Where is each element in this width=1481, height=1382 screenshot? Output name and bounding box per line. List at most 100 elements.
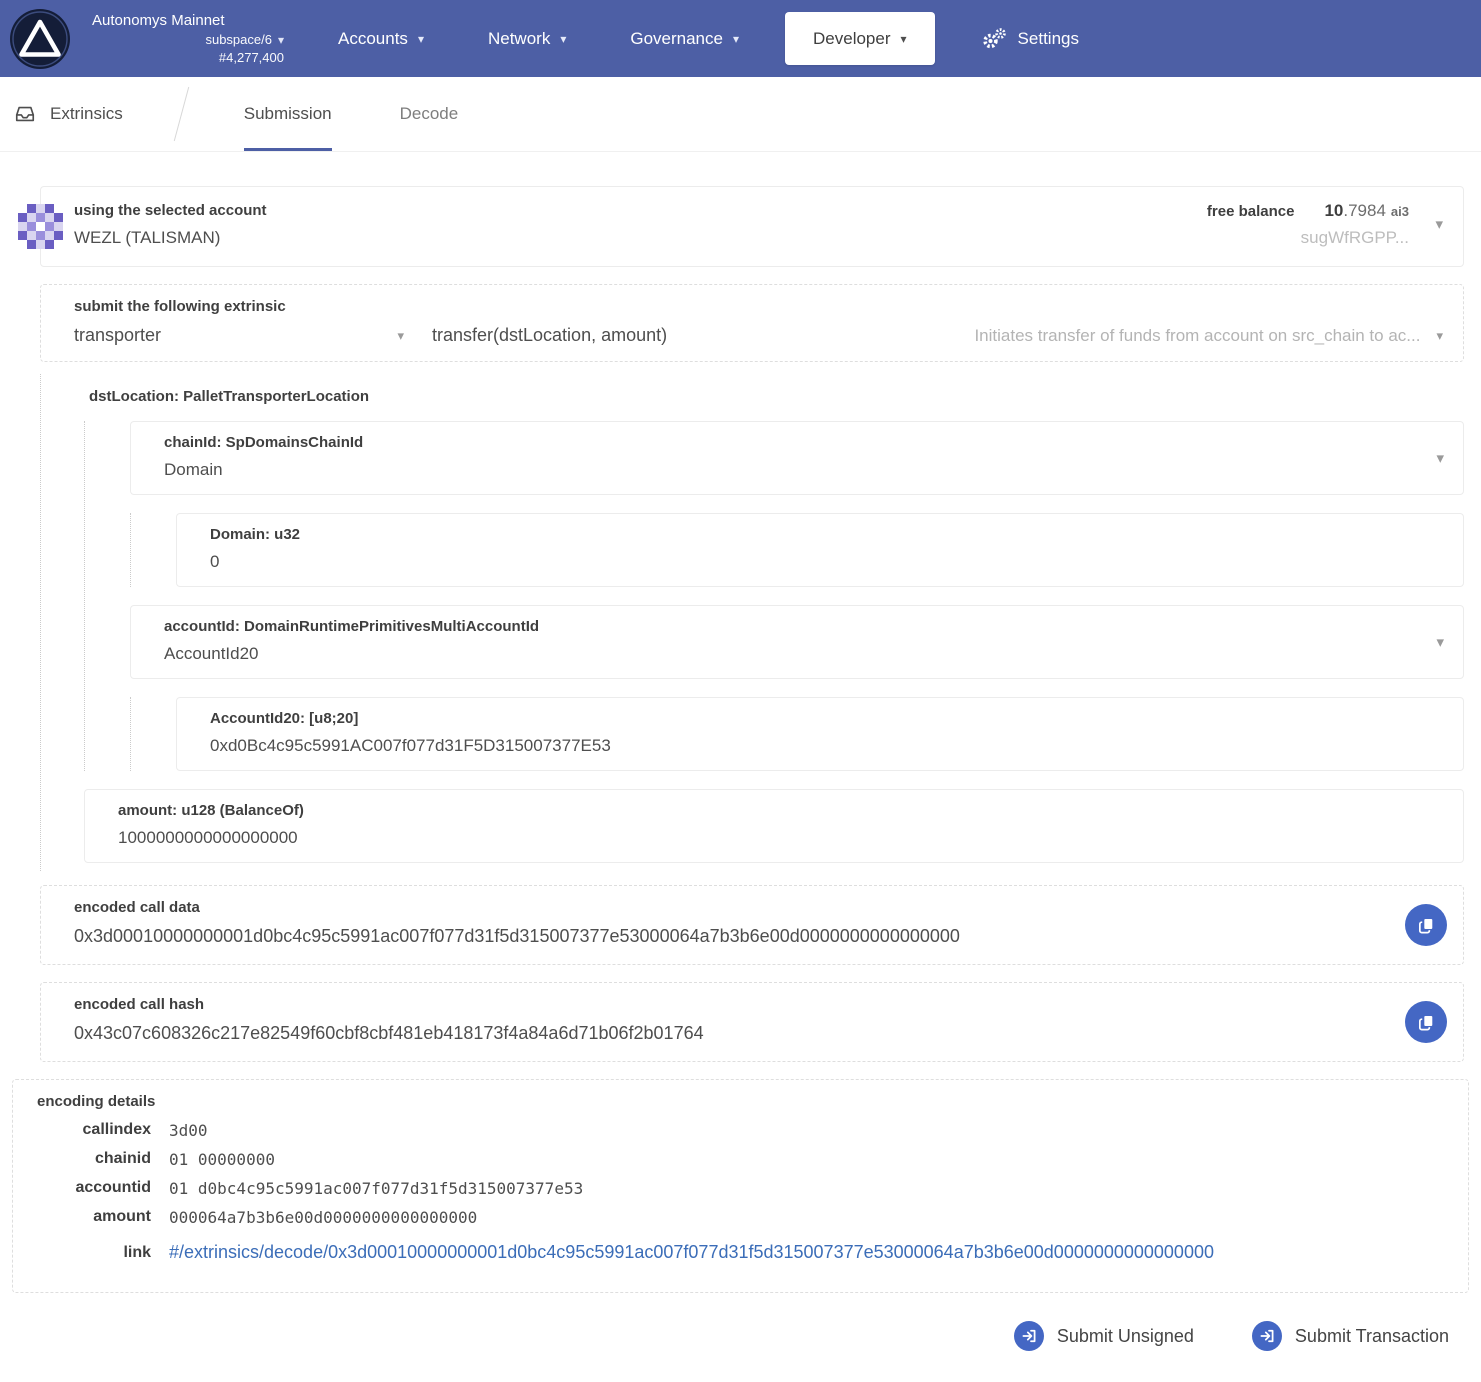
params-location-children: chainId: SpDomainsChainId Domain ▾ Domai… xyxy=(84,421,1464,771)
method-description: Initiates transfer of funds from account… xyxy=(974,326,1420,346)
encoding-row: amount 000064a7b3b6e00d0000000000000000 xyxy=(37,1203,1214,1232)
tab-decode[interactable]: Decode xyxy=(400,77,459,151)
encoding-value: 01 d0bc4c95c5991ac007f077d31f5d315007377… xyxy=(169,1174,1214,1203)
menu-governance-label: Governance xyxy=(630,29,723,49)
encoded-call-data-label: encoded call data xyxy=(74,899,1383,916)
chain-info: Autonomys Mainnet subspace/6 ▾ #4,277,40… xyxy=(92,11,284,66)
runtime-label: subspace/6 xyxy=(205,31,272,49)
menu-settings-label: Settings xyxy=(1018,29,1079,49)
encoding-key: chainid xyxy=(37,1145,169,1174)
param-account-id-select[interactable]: AccountId20 xyxy=(164,644,1413,664)
method-select[interactable]: transfer(dstLocation, amount) xyxy=(432,325,667,346)
submit-unsigned-button[interactable]: Submit Unsigned xyxy=(1014,1321,1194,1351)
submit-unsigned-label: Submit Unsigned xyxy=(1057,1326,1194,1347)
copy-icon xyxy=(1417,1013,1436,1032)
encoded-call-hash-card: encoded call hash 0x43c07c608326c217e825… xyxy=(40,982,1464,1062)
param-account-id20-input[interactable]: 0xd0Bc4c95c5991AC007f077d31F5D315007377E… xyxy=(210,736,1413,756)
menu-accounts[interactable]: Accounts ▾ xyxy=(306,0,456,77)
gear-icon xyxy=(981,27,1008,50)
encoding-details-card: encoding details callindex 3d00 chainid … xyxy=(12,1079,1469,1293)
sign-in-icon xyxy=(1252,1321,1282,1351)
param-account-id20-label: AccountId20: [u8;20] xyxy=(210,710,1413,727)
menu-developer-label: Developer xyxy=(813,29,891,49)
param-chain-id-label: chainId: SpDomainsChainId xyxy=(164,434,1413,451)
account-address-short: sugWfRGPP... xyxy=(1207,228,1409,248)
param-account-id: accountId: DomainRuntimePrimitivesMultiA… xyxy=(130,605,1464,679)
chevron-down-icon: ▾ xyxy=(733,33,739,45)
menu-accounts-label: Accounts xyxy=(338,29,408,49)
submit-actions: Submit Unsigned Submit Transaction xyxy=(0,1321,1449,1351)
chevron-down-icon: ▾ xyxy=(1436,329,1443,342)
account-select-label: using the selected account xyxy=(74,202,1403,219)
top-navbar: Autonomys Mainnet subspace/6 ▾ #4,277,40… xyxy=(0,0,1481,77)
chevron-down-icon[interactable]: ▾ xyxy=(1435,215,1443,233)
encoded-call-hash-value: 0x43c07c608326c217e82549f60cbf8cbf481eb4… xyxy=(74,1023,1383,1044)
encoding-row: callindex 3d00 xyxy=(37,1116,1214,1145)
chevron-down-icon: ▾ xyxy=(278,34,284,46)
param-account-id-label: accountId: DomainRuntimePrimitivesMultiA… xyxy=(164,618,1413,635)
chevron-down-icon: ▾ xyxy=(901,33,907,45)
param-chain-id: chainId: SpDomainsChainId Domain ▾ xyxy=(130,421,1464,495)
params-chain-id-children: Domain: u32 0 xyxy=(130,513,1464,587)
param-amount: amount: u128 (BalanceOf) 100000000000000… xyxy=(84,789,1464,863)
chevron-down-icon[interactable]: ▾ xyxy=(1436,633,1444,651)
params-account-id-children: AccountId20: [u8;20] 0xd0Bc4c95c5991AC00… xyxy=(130,697,1464,771)
menu-governance[interactable]: Governance ▾ xyxy=(598,0,771,77)
sign-in-icon xyxy=(1014,1321,1044,1351)
param-domain-input[interactable]: 0 xyxy=(210,552,1413,572)
method-description-toggle[interactable]: Initiates transfer of funds from account… xyxy=(974,326,1443,346)
copy-call-hash-button[interactable] xyxy=(1405,1001,1447,1043)
free-balance-value: 10.7984ai3 xyxy=(1324,201,1409,221)
chevron-down-icon: ▾ xyxy=(418,33,424,45)
free-balance-label: free balance xyxy=(1207,203,1295,220)
encoding-key: amount xyxy=(37,1203,169,1232)
submit-extrinsic-card: submit the following extrinsic transport… xyxy=(40,284,1464,362)
tab-submission[interactable]: Submission xyxy=(244,77,332,151)
menu-developer[interactable]: Developer ▾ xyxy=(785,12,935,65)
pallet-select-value: transporter xyxy=(74,325,161,346)
chevron-down-icon: ▾ xyxy=(560,33,566,45)
menu-network[interactable]: Network ▾ xyxy=(456,0,598,77)
param-domain-label: Domain: u32 xyxy=(210,526,1413,543)
encoding-details-label: encoding details xyxy=(37,1093,1448,1110)
param-amount-label: amount: u128 (BalanceOf) xyxy=(118,802,1413,819)
extrinsic-selectors: transporter ▾ transfer(dstLocation, amou… xyxy=(74,325,1443,346)
runtime-selector[interactable]: subspace/6 ▾ xyxy=(205,31,284,49)
inbox-icon xyxy=(14,103,36,125)
account-name[interactable]: WEZL (TALISMAN) xyxy=(74,228,1403,248)
param-chain-id-select[interactable]: Domain xyxy=(164,460,1413,480)
chevron-down-icon[interactable]: ▾ xyxy=(1436,449,1444,467)
section-extrinsics: Extrinsics xyxy=(14,77,171,151)
encoding-link-row: link #/extrinsics/decode/0x3d00010000000… xyxy=(37,1232,1214,1268)
breadcrumb-slash xyxy=(174,87,189,141)
app-title: Autonomys Mainnet xyxy=(92,11,284,31)
submit-transaction-label: Submit Transaction xyxy=(1295,1326,1449,1347)
decode-link[interactable]: #/extrinsics/decode/0x3d00010000000001d0… xyxy=(169,1242,1214,1262)
autonomys-logo-icon xyxy=(10,9,70,69)
account-selector-card: using the selected account WEZL (TALISMA… xyxy=(40,186,1464,267)
param-account-id20: AccountId20: [u8;20] 0xd0Bc4c95c5991AC00… xyxy=(176,697,1464,771)
param-dst-location-label: dstLocation: PalletTransporterLocation xyxy=(89,388,1464,405)
param-amount-input[interactable]: 1000000000000000000 xyxy=(118,828,1413,848)
menu-network-label: Network xyxy=(488,29,550,49)
encoded-call-hash-label: encoded call hash xyxy=(74,996,1383,1013)
app-logo[interactable] xyxy=(10,9,70,69)
encoding-value: 01 00000000 xyxy=(169,1145,1214,1174)
block-number[interactable]: #4,277,400 xyxy=(219,49,284,67)
submit-transaction-button[interactable]: Submit Transaction xyxy=(1252,1321,1449,1351)
section-title: Extrinsics xyxy=(50,104,123,124)
encoding-link-label: link xyxy=(37,1232,169,1268)
copy-call-data-button[interactable] xyxy=(1405,904,1447,946)
encoding-key: callindex xyxy=(37,1116,169,1145)
params-dst-location-group: dstLocation: PalletTransporterLocation c… xyxy=(40,374,1464,871)
extrinsics-page: using the selected account WEZL (TALISMA… xyxy=(0,152,1481,1351)
menu-settings[interactable]: Settings xyxy=(949,0,1111,77)
encoding-value: 3d00 xyxy=(169,1116,1214,1145)
encoded-call-data-card: encoded call data 0x3d00010000000001d0bc… xyxy=(40,885,1464,965)
account-identicon[interactable] xyxy=(18,204,63,249)
encoding-row: accountid 01 d0bc4c95c5991ac007f077d31f5… xyxy=(37,1174,1214,1203)
pallet-select[interactable]: transporter ▾ xyxy=(74,325,404,346)
copy-icon xyxy=(1417,916,1436,935)
param-domain: Domain: u32 0 xyxy=(176,513,1464,587)
chevron-down-icon: ▾ xyxy=(397,329,404,342)
